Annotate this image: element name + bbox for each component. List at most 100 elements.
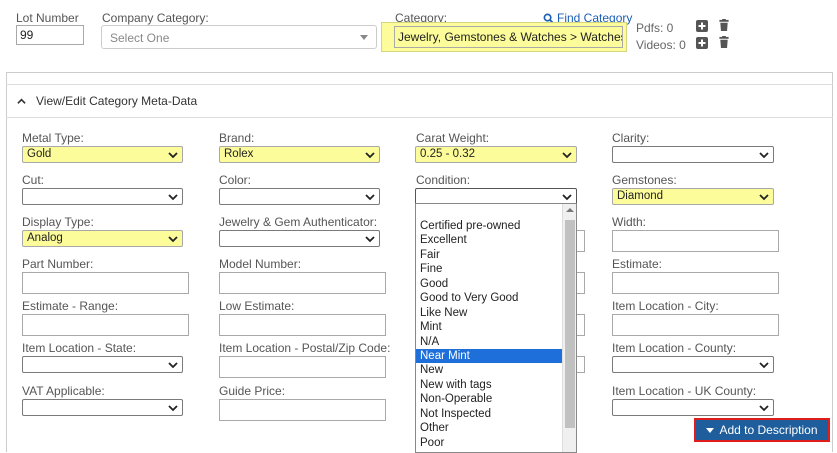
item-city-label: Item Location - City: bbox=[612, 299, 719, 313]
hidden-field-row5[interactable] bbox=[576, 314, 585, 336]
condition-option[interactable]: Good to Very Good bbox=[416, 291, 562, 305]
chevron-down-icon bbox=[561, 149, 573, 161]
pdfs-count: Pdfs: 0 bbox=[636, 21, 674, 35]
estimate-input[interactable] bbox=[612, 272, 779, 294]
hidden-field-row4[interactable] bbox=[576, 272, 585, 294]
hidden-field-row3[interactable] bbox=[576, 230, 585, 252]
meta-data-panel-header[interactable]: View/Edit Category Meta-Data bbox=[6, 84, 833, 118]
low-estimate-label: Low Estimate: bbox=[219, 299, 295, 313]
add-to-description-button[interactable]: Add to Description bbox=[694, 418, 830, 442]
carat-weight-label: Carat Weight: bbox=[416, 131, 490, 145]
item-postal-input[interactable] bbox=[219, 356, 386, 378]
hidden-field-row6[interactable] bbox=[576, 356, 585, 373]
part-number-input[interactable] bbox=[22, 272, 189, 294]
item-county-select[interactable] bbox=[612, 356, 774, 373]
gemstones-select[interactable]: Diamond bbox=[612, 188, 774, 205]
condition-option[interactable]: Poor bbox=[416, 436, 562, 450]
condition-options: Certified pre-owned Excellent Fair Fine Good… bbox=[416, 219, 576, 450]
display-type-label: Display Type: bbox=[22, 215, 94, 229]
gemstones-value: Diamond bbox=[617, 190, 664, 202]
lot-number-input[interactable]: 99 bbox=[16, 25, 84, 45]
item-state-label: Item Location - State: bbox=[22, 341, 137, 355]
low-estimate-input[interactable] bbox=[219, 314, 386, 336]
condition-option[interactable]: Certified pre-owned bbox=[416, 219, 562, 233]
metal-type-label: Metal Type: bbox=[22, 131, 84, 145]
add-video-icon[interactable] bbox=[696, 37, 708, 49]
carat-weight-value: 0.25 - 0.32 bbox=[420, 148, 475, 160]
color-select[interactable] bbox=[219, 188, 380, 205]
chevron-down-icon bbox=[167, 402, 179, 414]
condition-option[interactable]: Excellent bbox=[416, 233, 562, 247]
gemstones-label: Gemstones: bbox=[612, 173, 677, 187]
item-city-input[interactable] bbox=[612, 314, 779, 336]
uk-county-select[interactable] bbox=[612, 399, 774, 416]
chevron-down-icon bbox=[758, 149, 770, 161]
authenticator-select[interactable] bbox=[219, 230, 380, 247]
chevron-down-icon bbox=[167, 359, 179, 371]
add-to-description-label: Add to Description bbox=[719, 423, 818, 437]
condition-option[interactable]: Non-Operable bbox=[416, 392, 562, 406]
videos-count: Videos: 0 bbox=[636, 38, 686, 52]
condition-option[interactable]: New bbox=[416, 363, 562, 377]
condition-option[interactable]: Like New bbox=[416, 306, 562, 320]
part-number-label: Part Number: bbox=[22, 257, 94, 271]
category-value-field[interactable]: Jewelry, Gemstones & Watches > Watches bbox=[394, 26, 623, 48]
condition-option[interactable]: N/A bbox=[416, 335, 562, 349]
brand-label: Brand: bbox=[219, 131, 255, 145]
chevron-down-icon bbox=[758, 191, 770, 203]
estimate-range-input[interactable] bbox=[22, 314, 189, 336]
estimate-range-label: Estimate - Range: bbox=[22, 299, 119, 313]
item-state-select[interactable] bbox=[22, 356, 183, 373]
delete-video-icon[interactable] bbox=[718, 36, 730, 48]
item-postal-label: Item Location - Postal/Zip Code: bbox=[219, 341, 391, 355]
condition-option[interactable]: Mint bbox=[416, 320, 562, 334]
condition-option[interactable]: Good bbox=[416, 277, 562, 291]
authenticator-label: Jewelry & Gem Authenticator: bbox=[219, 215, 378, 229]
lot-number-label: Lot Number bbox=[16, 11, 79, 25]
uk-county-label: Item Location - UK County: bbox=[612, 384, 757, 398]
vat-label: VAT Applicable: bbox=[22, 384, 105, 398]
company-category-label: Company Category: bbox=[102, 11, 209, 25]
scroll-up-icon[interactable] bbox=[566, 208, 574, 212]
condition-option[interactable]: New with tags bbox=[416, 378, 562, 392]
width-input[interactable] bbox=[612, 230, 779, 252]
chevron-down-icon bbox=[167, 149, 179, 161]
condition-option[interactable]: Fair bbox=[416, 248, 562, 262]
brand-value: Rolex bbox=[224, 148, 254, 160]
condition-dropdown-scrollbar[interactable] bbox=[562, 204, 576, 452]
chevron-down-icon bbox=[364, 149, 376, 161]
panel-title: View/Edit Category Meta-Data bbox=[36, 94, 198, 108]
condition-option[interactable]: Not Inspected bbox=[416, 407, 562, 421]
condition-dropdown-list[interactable]: Certified pre-owned Excellent Fair Fine Good… bbox=[415, 203, 577, 453]
chevron-down-icon bbox=[758, 402, 770, 414]
company-category-placeholder: Select One bbox=[110, 31, 170, 45]
model-number-label: Model Number: bbox=[219, 257, 302, 271]
add-pdf-icon[interactable] bbox=[696, 20, 708, 32]
chevron-down-icon bbox=[167, 233, 179, 245]
model-number-input[interactable] bbox=[219, 272, 386, 294]
display-type-value: Analog bbox=[27, 232, 63, 244]
condition-option[interactable]: Near Mint bbox=[416, 348, 562, 364]
cut-label: Cut: bbox=[22, 173, 45, 187]
brand-select[interactable]: Rolex bbox=[219, 146, 380, 163]
condition-option[interactable]: Fine bbox=[416, 262, 562, 276]
metal-type-select[interactable]: Gold bbox=[22, 146, 183, 163]
clarity-select[interactable] bbox=[612, 146, 774, 163]
cut-select[interactable] bbox=[22, 188, 183, 205]
guide-price-label: Guide Price: bbox=[219, 384, 286, 398]
clarity-label: Clarity: bbox=[612, 131, 650, 145]
item-county-label: Item Location - County: bbox=[612, 341, 737, 355]
caret-down-icon bbox=[360, 35, 368, 40]
carat-weight-select[interactable]: 0.25 - 0.32 bbox=[415, 146, 577, 163]
chevron-down-icon bbox=[758, 359, 770, 371]
chevron-down-icon bbox=[561, 191, 573, 203]
caret-down-icon bbox=[706, 427, 715, 433]
chevron-down-icon bbox=[364, 233, 376, 245]
display-type-select[interactable]: Analog bbox=[22, 230, 183, 247]
guide-price-input[interactable] bbox=[219, 399, 386, 421]
vat-select[interactable] bbox=[22, 399, 183, 416]
delete-pdf-icon[interactable] bbox=[718, 19, 730, 31]
condition-option[interactable]: Other bbox=[416, 421, 562, 435]
scrollbar-thumb[interactable] bbox=[565, 220, 575, 428]
company-category-select[interactable]: Select One bbox=[101, 25, 377, 49]
